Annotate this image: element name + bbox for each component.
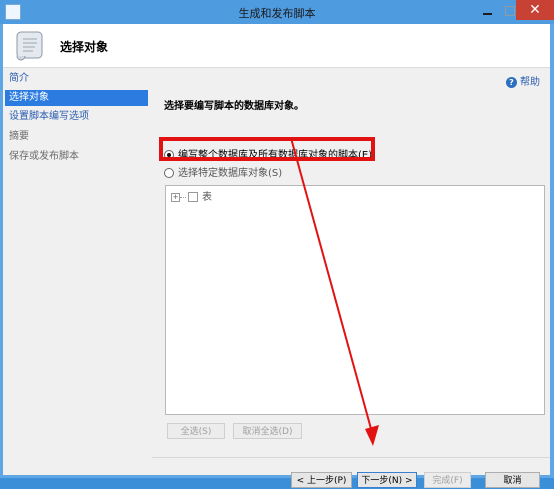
wizard-sidebar: 简介 选择对象 设置脚本编写选项 摘要 保存或发布脚本 — [3, 68, 148, 475]
tree-item-label: 表 — [202, 192, 212, 203]
deselect-all-button[interactable]: 取消全选(D) — [233, 423, 302, 439]
sidebar-item-script-options[interactable]: 设置脚本编写选项 — [5, 109, 148, 125]
finish-button[interactable]: 完成(F) — [424, 472, 471, 488]
page-title: 选择对象 — [60, 40, 109, 54]
footer-divider — [152, 457, 550, 458]
select-all-button[interactable]: 全选(S) — [167, 423, 225, 439]
scroll-icon — [16, 31, 43, 61]
title-bar: 生成和发布脚本 ✕ — [0, 0, 554, 24]
close-button[interactable]: ✕ — [516, 0, 554, 20]
instruction-text: 选择要编写脚本的数据库对象。 — [164, 101, 304, 112]
window-title: 生成和发布脚本 — [238, 7, 316, 20]
minimize-button[interactable] — [475, 2, 499, 19]
sidebar-item-select-objects[interactable]: 选择对象 — [5, 90, 148, 106]
main-panel: ? 帮助 选择要编写脚本的数据库对象。 编写整个数据库及所有数据库对象的脚本(E)… — [152, 68, 550, 488]
object-tree[interactable]: + 表 — [165, 185, 545, 415]
radio-label-specific: 选择特定数据库对象(S) — [178, 168, 283, 179]
dialog-client: 选择对象 简介 选择对象 设置脚本编写选项 摘要 保存或发布脚本 ? 帮助 选择要… — [3, 24, 550, 488]
annotation-highlight-box — [159, 137, 375, 161]
help-link[interactable]: ? 帮助 — [506, 73, 540, 88]
radio-select-specific[interactable]: 选择特定数据库对象(S) — [164, 164, 282, 179]
help-label: 帮助 — [520, 77, 540, 88]
page-header: 选择对象 — [3, 24, 550, 68]
sidebar-item-summary: 摘要 — [9, 131, 29, 142]
tree-item-tables[interactable]: + 表 — [171, 188, 212, 203]
tree-checkbox[interactable] — [188, 192, 198, 202]
cancel-button[interactable]: 取消 — [485, 472, 540, 488]
radio-button-unchecked[interactable] — [164, 168, 174, 178]
expand-icon[interactable]: + — [171, 192, 180, 202]
dialog-window: 生成和发布脚本 ✕ 选择对象 简介 选择对象 设置脚本编写选项 摘要 保存或发布… — [0, 0, 554, 488]
next-button[interactable]: 下一步(N) > — [357, 472, 417, 488]
help-icon: ? — [506, 76, 517, 88]
sidebar-item-intro[interactable]: 简介 — [5, 71, 148, 87]
sidebar-item-save-publish: 保存或发布脚本 — [9, 151, 79, 162]
previous-button[interactable]: < 上一步(P) — [291, 472, 352, 488]
